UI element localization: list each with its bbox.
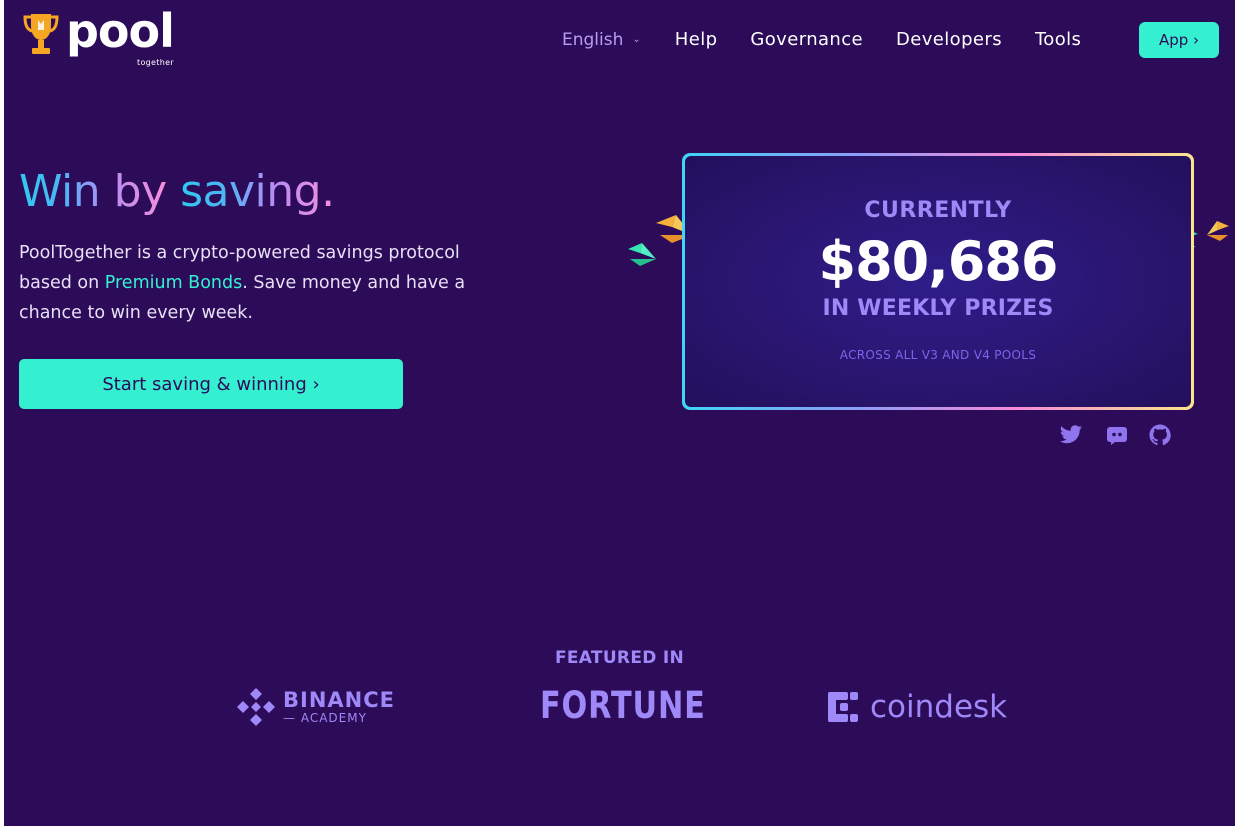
twitter-icon[interactable] bbox=[1059, 424, 1083, 450]
prize-label-weekly: IN WEEKLY PRIZES bbox=[822, 296, 1054, 321]
prize-amount: $80,686 bbox=[818, 230, 1059, 293]
chevron-down-icon: ⌄ bbox=[632, 34, 641, 45]
featured-in-label: FEATURED IN bbox=[554, 648, 685, 668]
fortune-logo[interactable]: FORTUNE bbox=[540, 684, 706, 727]
hero-description: PoolTogether is a crypto-powered savings… bbox=[19, 238, 489, 328]
coindesk-text: coindesk bbox=[870, 689, 1008, 725]
top-nav: English ⌄ Help Governance Developers Too… bbox=[562, 29, 1081, 50]
nav-governance[interactable]: Governance bbox=[750, 29, 863, 50]
binance-academy-logo[interactable]: BINANCE — ACADEMY bbox=[235, 686, 395, 728]
binance-icon bbox=[237, 688, 275, 726]
start-saving-button[interactable]: Start saving & winning › bbox=[19, 359, 403, 409]
logo[interactable]: pool together bbox=[22, 4, 175, 67]
discord-icon[interactable] bbox=[1105, 424, 1129, 450]
language-label: English bbox=[562, 29, 624, 50]
language-selector[interactable]: English ⌄ bbox=[562, 30, 641, 50]
nav-tools[interactable]: Tools bbox=[1035, 29, 1081, 50]
coindesk-icon bbox=[828, 692, 858, 722]
github-icon[interactable] bbox=[1149, 424, 1171, 450]
prize-note: ACROSS ALL V3 AND V4 POOLS bbox=[839, 348, 1037, 362]
premium-bonds-link[interactable]: Premium Bonds bbox=[105, 273, 242, 293]
hero-title: Win by saving. bbox=[19, 166, 335, 218]
paper-plane-icon bbox=[1207, 221, 1229, 241]
coindesk-logo[interactable]: coindesk bbox=[826, 688, 1007, 726]
app-button[interactable]: App › bbox=[1139, 22, 1219, 58]
nav-developers[interactable]: Developers bbox=[896, 29, 1002, 50]
hero-title-part1: Win by bbox=[19, 166, 167, 217]
logo-text: pool bbox=[66, 4, 175, 58]
prize-label-currently: CURRENTLY bbox=[864, 198, 1012, 223]
page: pool together English ⌄ Help Governance … bbox=[4, 0, 1235, 826]
nav-help[interactable]: Help bbox=[675, 29, 718, 50]
prize-card: CURRENTLY $80,686 IN WEEKLY PRIZES ACROS… bbox=[682, 153, 1194, 410]
binance-text: BINANCE bbox=[283, 688, 395, 712]
hero-title-part2: saving. bbox=[180, 166, 335, 217]
trophy-icon bbox=[23, 14, 59, 54]
logo-subtext: together bbox=[137, 58, 174, 67]
academy-text: — ACADEMY bbox=[283, 711, 367, 725]
paper-plane-icon bbox=[628, 243, 656, 266]
social-links bbox=[1059, 424, 1171, 450]
